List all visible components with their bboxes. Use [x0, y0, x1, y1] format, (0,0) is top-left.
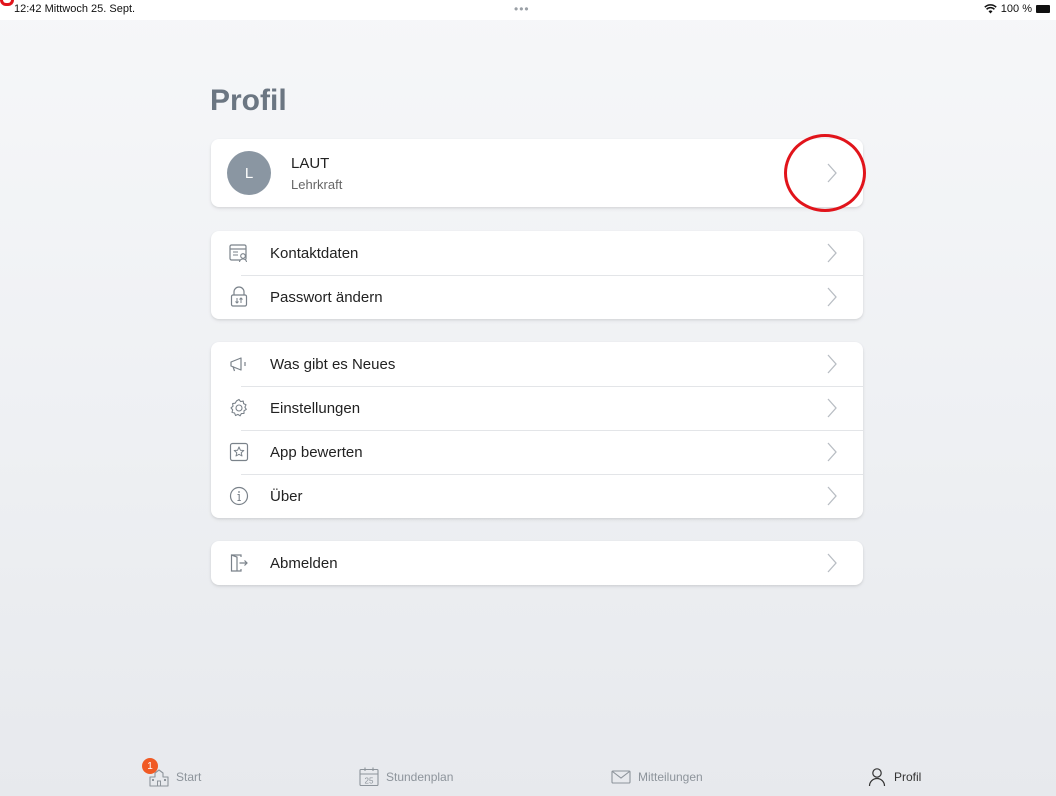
tab-label: Stundenplan	[386, 770, 454, 784]
tab-start-icon-wrap: 1	[142, 758, 170, 788]
menu-item-label: Abmelden	[270, 554, 338, 572]
wifi-icon	[984, 4, 997, 14]
menu-item-was-gibt-es-neues[interactable]: Was gibt es Neues	[211, 342, 863, 386]
menu-item-kontaktdaten[interactable]: Kontaktdaten	[211, 231, 863, 275]
menu-item-einstellungen[interactable]: Einstellungen	[211, 386, 863, 430]
battery-percentage: 100 %	[1000, 3, 1032, 15]
menu-item-label: Was gibt es Neues	[270, 355, 396, 373]
logout-icon	[230, 554, 248, 572]
menu-item-passwort-aendern[interactable]: Passwort ändern	[211, 275, 863, 319]
chevron-right-icon	[827, 398, 837, 418]
chevron-right-icon	[827, 287, 837, 307]
tab-stundenplan[interactable]: 25 Stundenplan	[358, 766, 453, 788]
profile-name: LAUT	[291, 155, 330, 172]
chevron-right-icon	[827, 442, 837, 462]
star-icon	[229, 442, 249, 462]
calendar-icon: 25	[359, 767, 379, 787]
tab-start[interactable]: 1 Start	[142, 758, 202, 788]
status-indicators: 100 %	[984, 3, 1050, 15]
menu-item-abmelden[interactable]: Abmelden	[211, 541, 863, 585]
menu-item-ueber[interactable]: Über	[211, 474, 863, 518]
tab-mitteilungen[interactable]: Mitteilungen	[610, 766, 703, 788]
menu-item-app-bewerten[interactable]: App bewerten	[211, 430, 863, 474]
notification-badge: 1	[142, 758, 158, 774]
calendar-day-number: 25	[365, 777, 374, 786]
annotation-mark	[0, 0, 14, 6]
status-bar: 12:42 Mittwoch 25. Sept. ••• 100 %	[0, 0, 1056, 20]
logout-group: Abmelden	[211, 541, 863, 585]
menu-item-label: Passwort ändern	[270, 288, 383, 306]
chevron-right-icon	[827, 553, 837, 573]
page-title: Profil	[210, 84, 287, 117]
info-icon	[229, 486, 249, 506]
chevron-right-icon	[827, 243, 837, 263]
tab-bar: 1 Start 25 Stundenplan Mitteilungen Prof…	[0, 758, 1056, 796]
megaphone-icon	[230, 357, 246, 372]
account-settings-group: Kontaktdaten Passwort ändern	[211, 231, 863, 319]
profile-role: Lehrkraft	[291, 177, 343, 192]
tab-label: Start	[176, 770, 202, 784]
contact-card-icon	[229, 244, 248, 263]
person-icon	[868, 768, 886, 787]
battery-icon	[1036, 5, 1050, 13]
menu-item-label: Über	[270, 487, 303, 505]
lock-icon	[230, 286, 248, 307]
menu-item-label: Kontaktdaten	[270, 244, 359, 262]
menu-item-label: App bewerten	[270, 443, 363, 461]
chevron-right-icon	[827, 163, 837, 183]
mail-icon	[611, 770, 631, 784]
chevron-right-icon	[827, 354, 837, 374]
tab-profil[interactable]: Profil	[866, 766, 921, 788]
profile-card[interactable]: L LAUT Lehrkraft	[211, 139, 863, 207]
tab-label: Mitteilungen	[638, 770, 703, 784]
gear-icon	[230, 398, 247, 417]
info-group: Was gibt es Neues Einstellungen App bewe…	[211, 342, 863, 518]
status-time-date: 12:42 Mittwoch 25. Sept.	[14, 3, 136, 15]
chevron-right-icon	[827, 486, 837, 506]
avatar: L	[227, 151, 271, 195]
tab-label: Profil	[894, 770, 922, 784]
menu-item-label: Einstellungen	[270, 399, 361, 417]
multitasking-dots[interactable]: •••	[514, 2, 530, 16]
